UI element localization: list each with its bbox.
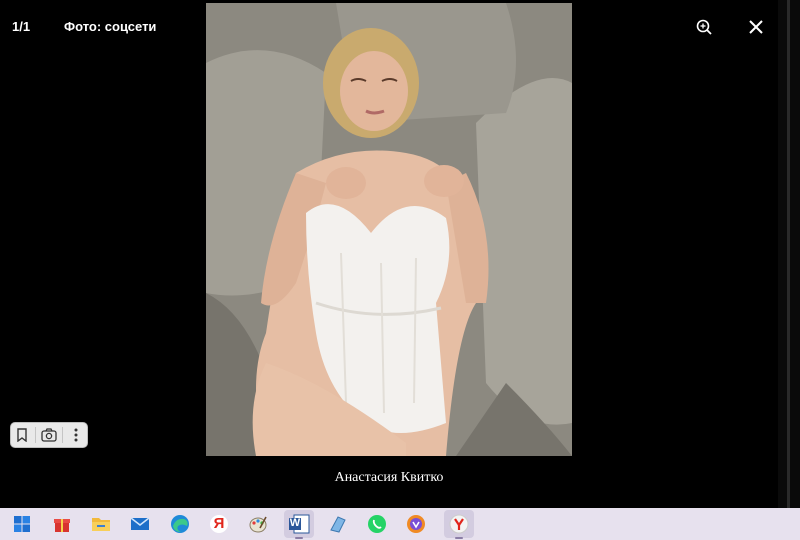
paint-icon[interactable] — [246, 512, 270, 536]
word-icon[interactable]: W — [284, 510, 314, 539]
image-mini-toolbar — [10, 422, 88, 448]
whatsapp-icon[interactable] — [365, 512, 389, 536]
active-indicator — [455, 537, 463, 539]
photo-source: Фото: соцсети — [64, 19, 157, 34]
edge-icon[interactable] — [168, 512, 192, 536]
bookmark-icon[interactable] — [12, 425, 32, 445]
zoom-in-icon[interactable] — [693, 16, 715, 38]
close-icon[interactable] — [745, 16, 767, 38]
photo-caption: Анастасия Квитко — [334, 470, 444, 485]
toolbar-divider — [35, 427, 37, 443]
viewer-scrollbar[interactable] — [778, 0, 800, 508]
browser-icon[interactable] — [404, 512, 428, 536]
gift-icon[interactable] — [50, 512, 74, 536]
camera-icon[interactable] — [39, 425, 59, 445]
taskbar: Я W — [0, 508, 800, 540]
word-label: W — [289, 517, 301, 529]
yandex-label: Я — [213, 515, 225, 532]
more-vertical-icon[interactable] — [66, 425, 86, 445]
main-photo — [206, 3, 572, 456]
active-indicator — [295, 537, 303, 539]
scrollbar-track[interactable] — [787, 0, 790, 508]
photo-viewer: 1/1 Фото: соцсети Анастасия Квитко — [0, 0, 778, 508]
yandex-icon[interactable]: Я — [207, 512, 231, 536]
toolbar-divider — [61, 427, 63, 443]
windows-logo-icon[interactable] — [10, 512, 34, 536]
photo-counter: 1/1 — [12, 19, 31, 34]
mail-icon[interactable] — [128, 512, 152, 536]
folder-icon[interactable] — [89, 512, 113, 536]
notes-icon[interactable] — [326, 512, 350, 536]
yandex-browser-icon[interactable] — [444, 510, 474, 539]
